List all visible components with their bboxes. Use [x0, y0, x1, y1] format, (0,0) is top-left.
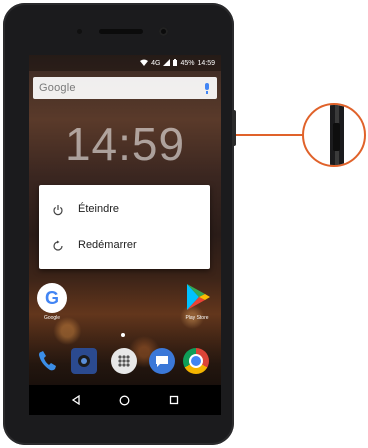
camera-icon[interactable]: [71, 348, 97, 374]
earpiece-speaker: [99, 29, 143, 34]
app-play-store[interactable]: [181, 281, 213, 313]
power-menu-dialog: Éteindre Redémarrer: [39, 185, 210, 269]
proximity-sensor: [77, 29, 82, 34]
home-icon[interactable]: [116, 391, 134, 409]
app-label-google: Google: [43, 315, 61, 321]
stage: 4G 45% 14:59 Google 14:59 G Google Play …: [0, 0, 368, 448]
network-type: 4G: [151, 59, 161, 67]
restart-option[interactable]: Redémarrer: [39, 227, 210, 263]
app-google[interactable]: G: [37, 283, 67, 313]
signal-icon: [163, 58, 171, 68]
chrome-icon[interactable]: [183, 348, 209, 374]
power-off-option[interactable]: Éteindre: [39, 191, 210, 227]
mic-icon[interactable]: [203, 82, 211, 94]
callout-power-button: [333, 123, 340, 151]
power-icon: [52, 203, 64, 216]
wifi-icon: [140, 59, 149, 68]
messages-icon[interactable]: [149, 348, 175, 374]
power-side-button: [232, 110, 236, 146]
back-icon[interactable]: [67, 391, 85, 409]
restart-label: Redémarrer: [78, 239, 137, 251]
callout-magnifier: [302, 103, 366, 167]
app-drawer-icon[interactable]: [111, 348, 137, 374]
google-icon: G: [44, 287, 59, 308]
restart-icon: [52, 239, 64, 251]
lock-clock: 14:59: [64, 118, 186, 170]
dock: [29, 345, 221, 377]
app-label-play-store: Play Store: [185, 315, 209, 321]
phone-icon[interactable]: [35, 348, 61, 374]
page-indicator-dot: [121, 333, 125, 337]
navigation-bar: [29, 385, 221, 415]
battery-icon: [173, 58, 178, 68]
front-camera: [159, 27, 168, 36]
callout-line: [236, 134, 306, 136]
power-off-label: Éteindre: [78, 203, 119, 215]
phone-body: 4G 45% 14:59 Google 14:59 G Google Play …: [3, 3, 234, 445]
status-bar: 4G 45% 14:59: [29, 55, 221, 71]
play-store-icon: [187, 284, 210, 310]
search-bar-logo: Google: [39, 82, 76, 94]
battery-percent: 45%: [180, 59, 195, 67]
google-search-bar[interactable]: Google: [33, 77, 217, 99]
status-time: 14:59: [197, 59, 215, 67]
recents-icon[interactable]: [165, 391, 183, 409]
phone-screen: 4G 45% 14:59 Google 14:59 G Google Play …: [29, 55, 221, 415]
